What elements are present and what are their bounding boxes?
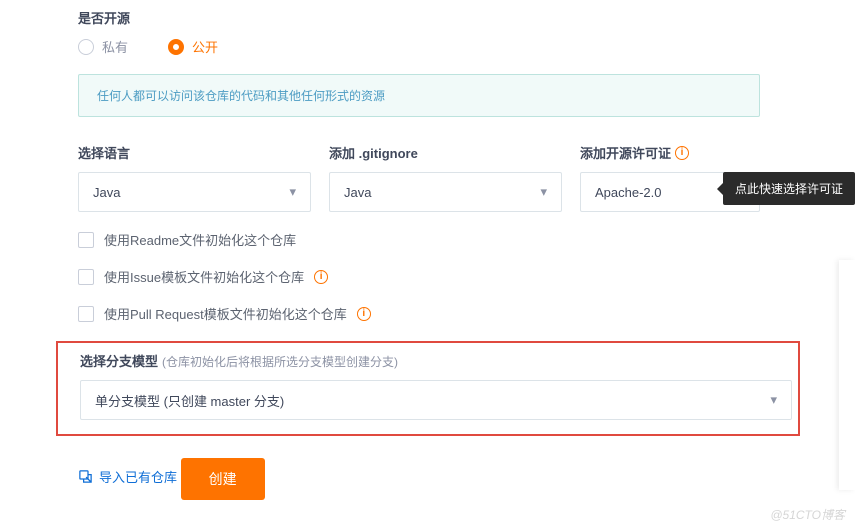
radio-label: 公开 [192,37,218,56]
license-label: 添加开源许可证 i [580,143,760,162]
license-value: Apache-2.0 [595,185,662,200]
visibility-options: 私有 公开 [78,37,760,56]
language-field: 选择语言 Java ▾ [78,143,311,212]
radio-icon [78,39,94,55]
visibility-option-private[interactable]: 私有 [78,37,128,56]
info-icon[interactable]: i [314,270,328,284]
gitignore-select[interactable]: Java ▾ [329,172,562,212]
info-icon[interactable]: i [357,307,371,321]
branch-model-select[interactable]: 单分支模型 (只创建 master 分支) ▾ [80,380,792,420]
radio-label: 私有 [102,37,128,56]
branch-model-value: 单分支模型 (只创建 master 分支) [95,391,284,410]
checkbox-icon [78,269,94,285]
visibility-notice: 任何人都可以访问该仓库的代码和其他任何形式的资源 [78,74,760,117]
visibility-title: 是否开源 [78,8,760,27]
radio-icon [168,39,184,55]
watermark: @51CTO博客 [770,506,845,523]
create-button[interactable]: 创建 [181,458,265,500]
import-icon [78,469,93,484]
language-label: 选择语言 [78,143,311,162]
init-issue-option[interactable]: 使用Issue模板文件初始化这个仓库 i [78,267,760,286]
branch-model-label-text: 选择分支模型 [80,351,158,370]
init-pr-label: 使用Pull Request模板文件初始化这个仓库 [104,304,347,323]
info-icon[interactable]: i [675,146,689,160]
license-tooltip: 点此快速选择许可证 [723,172,855,205]
branch-model-label: 选择分支模型 (仓库初始化后将根据所选分支模型创建分支) [80,351,792,370]
visibility-option-public[interactable]: 公开 [168,37,218,56]
branch-model-highlight: 选择分支模型 (仓库初始化后将根据所选分支模型创建分支) 单分支模型 (只创建 … [56,341,800,436]
branch-model-hint: (仓库初始化后将根据所选分支模型创建分支) [162,353,398,370]
gitignore-value: Java [344,185,371,200]
language-value: Java [93,185,120,200]
import-link-text: 导入已有仓库 [99,467,177,486]
checkbox-icon [78,306,94,322]
import-existing-repo-link[interactable]: 导入已有仓库 [78,467,177,486]
license-label-text: 添加开源许可证 [580,143,671,162]
init-readme-option[interactable]: 使用Readme文件初始化这个仓库 [78,230,760,249]
init-pr-option[interactable]: 使用Pull Request模板文件初始化这个仓库 i [78,304,760,323]
chevron-down-icon: ▾ [770,392,777,408]
checkbox-icon [78,232,94,248]
chevron-down-icon: ▾ [289,184,296,200]
language-select[interactable]: Java ▾ [78,172,311,212]
gitignore-field: 添加 .gitignore Java ▾ [329,143,562,212]
init-issue-label: 使用Issue模板文件初始化这个仓库 [104,267,304,286]
gitignore-label: 添加 .gitignore [329,143,562,162]
init-readme-label: 使用Readme文件初始化这个仓库 [104,230,296,249]
chevron-down-icon: ▾ [540,184,547,200]
right-panel-edge [839,260,855,490]
